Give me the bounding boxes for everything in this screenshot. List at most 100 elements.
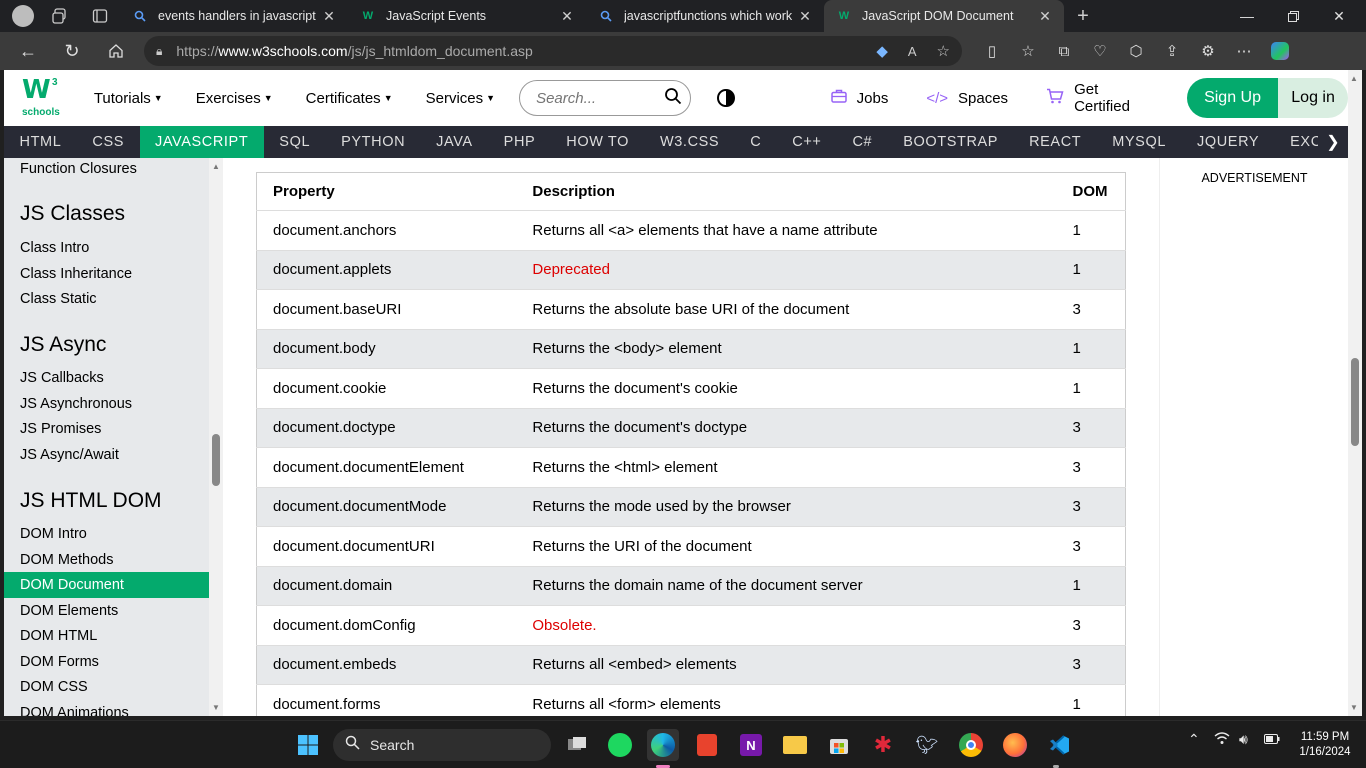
lang-cpp[interactable]: C++ [777, 126, 837, 158]
scroll-down-icon[interactable]: ▼ [1350, 703, 1358, 712]
lang-java[interactable]: JAVA [421, 126, 489, 158]
sidebar-item-dom-elements[interactable]: DOM Elements [4, 598, 209, 624]
spaces-link[interactable]: </> Spaces [926, 90, 1008, 107]
sidebar-scrollbar[interactable]: ▲ ▼ [209, 158, 223, 716]
exercises-menu[interactable]: Exercises ▼ [196, 90, 273, 107]
lang-python[interactable]: PYTHON [326, 126, 421, 158]
lang-csharp[interactable]: C# [837, 126, 888, 158]
task-view-icon[interactable] [561, 729, 593, 761]
windows-start-icon[interactable] [292, 729, 324, 761]
firefox-icon[interactable] [999, 729, 1031, 761]
read-aloud-icon[interactable]: A [908, 44, 917, 59]
collections-icon[interactable]: ⧉ [1046, 32, 1082, 70]
restore-icon[interactable] [1270, 0, 1316, 32]
taskbar-clock[interactable]: 11:59 PM 1/16/2024 [1290, 730, 1360, 760]
minimize-icon[interactable]: — [1224, 0, 1270, 32]
sidebar-item-dom-animations[interactable]: DOM Animations [4, 700, 209, 716]
sidebar-item-dom-intro[interactable]: DOM Intro [4, 521, 209, 547]
close-tab-icon[interactable]: ✕ [796, 8, 814, 25]
signup-button[interactable]: Sign Up [1186, 78, 1279, 118]
sidebar-item-class-intro[interactable]: Class Intro [4, 235, 209, 261]
sidebar-item-dom-html[interactable]: DOM HTML [4, 623, 209, 649]
address-bar[interactable]: 🔒︎ https:// www.w3schools.com /js/js_htm… [144, 36, 962, 66]
lang-jquery[interactable]: JQUERY [1182, 126, 1275, 158]
lang-w3css[interactable]: W3.CSS [644, 126, 734, 158]
onenote-icon[interactable]: N [735, 729, 767, 761]
certificates-menu[interactable]: Certificates ▼ [306, 90, 393, 107]
copilot-icon[interactable] [1262, 32, 1298, 70]
new-tab-icon[interactable]: + [1064, 0, 1102, 32]
lang-sql[interactable]: SQL [264, 126, 326, 158]
spotify-icon[interactable] [604, 729, 636, 761]
close-tab-icon[interactable]: ✕ [320, 8, 338, 25]
office-icon[interactable] [691, 729, 723, 761]
microsoft-store-icon[interactable] [823, 729, 855, 761]
back-icon[interactable]: ← [6, 32, 50, 70]
lang-javascript[interactable]: JAVASCRIPT [139, 126, 264, 158]
favorite-star-icon[interactable]: ☆ [937, 42, 950, 60]
sidebar-item-dom-document[interactable]: DOM Document [4, 572, 209, 598]
profile-icon[interactable] [6, 0, 40, 32]
tutorials-menu[interactable]: Tutorials ▼ [94, 90, 163, 107]
services-menu[interactable]: Services ▼ [426, 90, 495, 107]
sidebar-item-function-closures[interactable]: Function Closures [4, 158, 209, 182]
scroll-up-icon[interactable]: ▲ [212, 162, 220, 171]
sidebar-item-class-static[interactable]: Class Static [4, 286, 209, 312]
browser-tab[interactable]: javascriptfunctions which work o ✕ [586, 0, 824, 32]
browser-tab[interactable]: W JavaScript Events ✕ [348, 0, 586, 32]
lock-icon[interactable]: 🔒︎ [156, 44, 162, 59]
tab-actions-icon[interactable] [80, 0, 120, 32]
contrast-toggle-icon[interactable] [717, 89, 735, 107]
sidebar-item-class-inheritance[interactable]: Class Inheritance [4, 261, 209, 287]
lang-css[interactable]: CSS [77, 126, 140, 158]
performance-icon[interactable]: ♡ [1082, 32, 1118, 70]
lang-html[interactable]: HTML [4, 126, 77, 158]
sidebar-item-js-callbacks[interactable]: JS Callbacks [4, 365, 209, 391]
scroll-down-icon[interactable]: ▼ [212, 703, 220, 712]
lang-c[interactable]: C [735, 126, 777, 158]
browser-essentials-icon[interactable]: ⬡ [1118, 32, 1154, 70]
search-input[interactable] [536, 89, 659, 107]
sidebar-item-dom-css[interactable]: DOM CSS [4, 674, 209, 700]
lang-mysql[interactable]: MYSQL [1097, 126, 1182, 158]
sidebar-scroll-thumb[interactable] [212, 434, 220, 486]
share-icon[interactable]: ⇪ [1154, 32, 1190, 70]
extensions-icon[interactable]: ⚙ [1190, 32, 1226, 70]
get-certified-link[interactable]: Get Certified [1046, 81, 1155, 115]
browser-tab[interactable]: events handlers in javascript list ✕ [120, 0, 348, 32]
app-icon-red[interactable]: ✱ [867, 729, 899, 761]
home-icon[interactable] [94, 32, 138, 70]
more-menu-icon[interactable]: ⋯ [1226, 32, 1262, 70]
sidebar-item-js-async-await[interactable]: JS Async/Await [4, 442, 209, 468]
volume-icon[interactable]: 🔊︎ [1239, 731, 1248, 748]
lang-php[interactable]: PHP [488, 126, 551, 158]
lang-bootstrap[interactable]: BOOTSTRAP [888, 126, 1014, 158]
show-hidden-icons-icon[interactable]: ⌃ [1188, 731, 1200, 748]
lang-react[interactable]: REACT [1014, 126, 1097, 158]
battery-icon[interactable] [1264, 731, 1280, 747]
scroll-up-icon[interactable]: ▲ [1350, 74, 1358, 83]
workspaces-icon[interactable] [40, 0, 80, 32]
split-screen-icon[interactable]: ▯ [974, 32, 1010, 70]
page-scroll-thumb[interactable] [1351, 358, 1359, 446]
wifi-icon[interactable] [1214, 731, 1230, 748]
w3schools-logo[interactable]: W 3 schools [22, 75, 61, 121]
close-tab-icon[interactable]: ✕ [558, 8, 576, 25]
sidebar-item-js-promises[interactable]: JS Promises [4, 416, 209, 442]
lang-how-to[interactable]: HOW TO [551, 126, 645, 158]
vscode-icon[interactable] [1043, 729, 1075, 761]
tag-icon[interactable]: ◆ [876, 42, 888, 60]
close-tab-icon[interactable]: ✕ [1036, 8, 1054, 25]
favorites-icon[interactable]: ☆ [1010, 32, 1046, 70]
chrome-icon[interactable] [955, 729, 987, 761]
app-icon-bird[interactable]: 🐦︎ [911, 729, 943, 761]
edge-icon[interactable] [647, 729, 679, 761]
page-scrollbar[interactable]: ▲ ▼ [1348, 70, 1362, 716]
taskbar-search[interactable]: Search [333, 729, 551, 761]
search-box[interactable] [519, 80, 692, 116]
browser-tab-active[interactable]: W JavaScript DOM Document ✕ [824, 0, 1064, 32]
jobs-link[interactable]: Jobs [830, 89, 888, 107]
file-explorer-icon[interactable] [779, 729, 811, 761]
search-icon[interactable] [664, 87, 682, 110]
chevron-right-icon[interactable]: ❯ [1318, 126, 1348, 158]
